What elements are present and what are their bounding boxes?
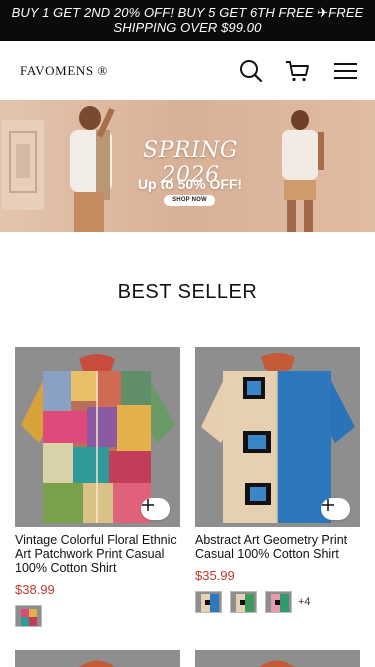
product-name[interactable]: Vintage Colorful Floral Ethnic Art Patch… [15, 533, 180, 575]
shop-now-button[interactable]: SHOP NOW [164, 195, 215, 206]
product-card[interactable]: Vintage Colorful Floral Ethnic Art Patch… [15, 347, 180, 627]
promo-text: BUY 1 GET 2ND 20% OFF! BUY 5 GET 6TH FRE… [11, 5, 364, 35]
product-price: $38.99 [15, 582, 55, 597]
store-logo[interactable]: FAVOMENS ® [20, 63, 108, 79]
site-header: FAVOMENS ® [0, 41, 375, 100]
search-icon [240, 60, 263, 83]
search-button[interactable] [238, 58, 264, 84]
hamburger-menu-icon [334, 63, 357, 79]
product-image[interactable] [15, 650, 180, 667]
product-price: $35.99 [195, 568, 235, 583]
plus-icon [142, 499, 154, 511]
hero-subline: Up to 50% OFF! [137, 176, 243, 192]
color-swatch[interactable] [265, 591, 292, 613]
cart-icon [286, 61, 309, 82]
add-to-cart-button[interactable] [141, 498, 170, 520]
swatch-patchwork-icon [16, 606, 41, 626]
color-swatches [15, 605, 180, 627]
product-image[interactable] [195, 650, 360, 667]
color-swatches: +4 [195, 591, 360, 613]
plus-icon [322, 499, 334, 511]
more-colors-count[interactable]: +4 [298, 596, 311, 608]
swatch-pink-green-icon [266, 592, 291, 612]
menu-button[interactable] [333, 58, 359, 84]
swatch-blue-beige-icon [196, 592, 221, 612]
color-swatch[interactable] [15, 605, 42, 627]
promo-banner[interactable]: BUY 1 GET 2ND 20% OFF! BUY 5 GET 6TH FRE… [0, 0, 375, 41]
product-card[interactable]: Abstract Art Geometry Print Casual 100% … [195, 347, 360, 613]
section-title: BEST SELLER [117, 281, 258, 303]
add-to-cart-button[interactable] [321, 498, 350, 520]
swatch-green-beige-icon [231, 592, 256, 612]
product-name[interactable]: Abstract Art Geometry Print Casual 100% … [195, 533, 360, 561]
color-swatch[interactable] [230, 591, 257, 613]
shirt-collar-image [15, 650, 180, 667]
cart-button[interactable] [284, 58, 310, 84]
color-swatch[interactable] [195, 591, 222, 613]
product-image[interactable] [15, 347, 180, 527]
product-image[interactable] [195, 347, 360, 527]
shirt-collar-image [195, 650, 360, 667]
